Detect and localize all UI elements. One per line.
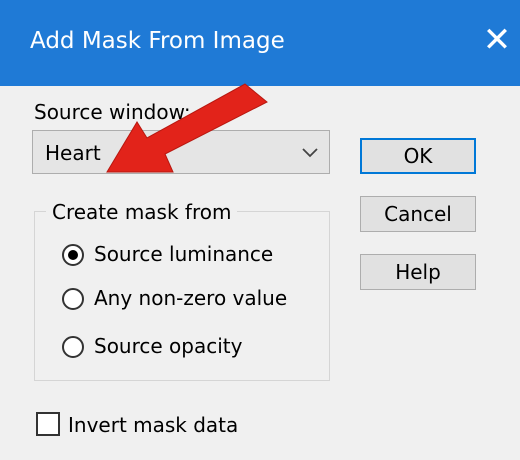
radio-button[interactable]: [62, 288, 84, 310]
annotation-arrow-icon: [106, 83, 268, 173]
radio-label: Source luminance: [94, 242, 274, 266]
radio-label: Any non-zero value: [94, 286, 288, 310]
invert-mask-label: Invert mask data: [68, 413, 239, 437]
radio-button[interactable]: [62, 244, 84, 266]
create-mask-legend: Create mask from: [46, 200, 238, 224]
source-window-value: Heart: [45, 141, 101, 165]
chevron-down-icon: [302, 148, 318, 158]
radio-selected-dot: [68, 250, 78, 260]
radio-button[interactable]: [62, 336, 84, 358]
dialog-title: Add Mask From Image: [30, 28, 285, 54]
cancel-button[interactable]: Cancel: [360, 196, 476, 232]
radio-label: Source opacity: [94, 334, 243, 358]
close-icon[interactable]: ✕: [478, 20, 516, 60]
invert-mask-checkbox[interactable]: [36, 412, 60, 436]
help-button[interactable]: Help: [360, 254, 476, 290]
ok-button[interactable]: OK: [360, 138, 476, 174]
